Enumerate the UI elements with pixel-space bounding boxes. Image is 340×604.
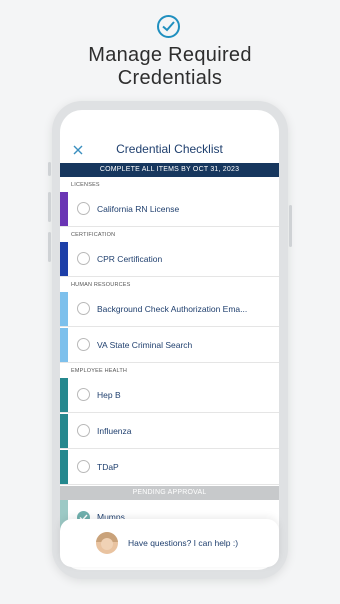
radio-button[interactable] bbox=[77, 302, 90, 315]
item-label: Hep B bbox=[97, 390, 121, 400]
radio-button[interactable] bbox=[77, 252, 90, 265]
item-label: Background Check Authorization Ema... bbox=[97, 304, 248, 314]
help-text: Have questions? I can help :) bbox=[128, 538, 239, 548]
nav-bar: Credential Checklist bbox=[60, 110, 279, 162]
checklist-item[interactable]: CPR Certification bbox=[60, 242, 279, 277]
checklist-item[interactable]: Background Check Authorization Ema... bbox=[60, 292, 279, 327]
category-color-bar bbox=[60, 242, 68, 276]
phone-side-button bbox=[289, 205, 292, 247]
section-header: LICENSES bbox=[71, 182, 100, 188]
page-title: Credential Checklist bbox=[116, 142, 223, 156]
check-circle-icon bbox=[157, 15, 180, 38]
phone-side-button bbox=[48, 162, 51, 176]
radio-button[interactable] bbox=[77, 338, 90, 351]
section-header: CERTIFICATION bbox=[71, 232, 116, 238]
item-label: Influenza bbox=[97, 426, 132, 436]
radio-button[interactable] bbox=[77, 388, 90, 401]
category-color-bar bbox=[60, 450, 68, 484]
headline-line-2: Credentials bbox=[117, 67, 223, 89]
category-color-bar bbox=[60, 414, 68, 448]
category-color-bar bbox=[60, 292, 68, 326]
category-color-bar bbox=[60, 192, 68, 226]
checklist-item[interactable]: VA State Criminal Search bbox=[60, 328, 279, 363]
headline: Manage Required Credentials bbox=[0, 44, 340, 90]
headline-line-1: Manage Required bbox=[88, 44, 252, 66]
checklist-item[interactable]: California RN License bbox=[60, 192, 279, 227]
item-label: California RN License bbox=[97, 204, 180, 214]
due-date-banner: COMPLETE ALL ITEMS BY OCT 31, 2023 bbox=[60, 163, 279, 177]
category-color-bar bbox=[60, 328, 68, 362]
item-label: VA State Criminal Search bbox=[97, 340, 193, 350]
item-label: CPR Certification bbox=[97, 254, 163, 264]
pending-approval-header: PENDING APPROVAL bbox=[60, 486, 279, 500]
section-header: HUMAN RESOURCES bbox=[71, 282, 131, 288]
category-color-bar bbox=[60, 378, 68, 412]
phone-side-button bbox=[48, 232, 51, 262]
checklist-item[interactable]: Hep B bbox=[60, 378, 279, 413]
radio-button[interactable] bbox=[77, 202, 90, 215]
avatar bbox=[96, 532, 118, 554]
phone-side-button bbox=[48, 192, 51, 222]
radio-button[interactable] bbox=[77, 424, 90, 437]
checklist-item[interactable]: Influenza bbox=[60, 414, 279, 449]
item-label: TDaP bbox=[97, 462, 119, 472]
radio-button[interactable] bbox=[77, 460, 90, 473]
app-screen: Credential Checklist COMPLETE ALL ITEMS … bbox=[60, 110, 279, 570]
help-chat-bar[interactable]: Have questions? I can help :) bbox=[60, 519, 279, 567]
section-header: EMPLOYEE HEALTH bbox=[71, 368, 128, 374]
checklist-item[interactable]: TDaP bbox=[60, 450, 279, 485]
